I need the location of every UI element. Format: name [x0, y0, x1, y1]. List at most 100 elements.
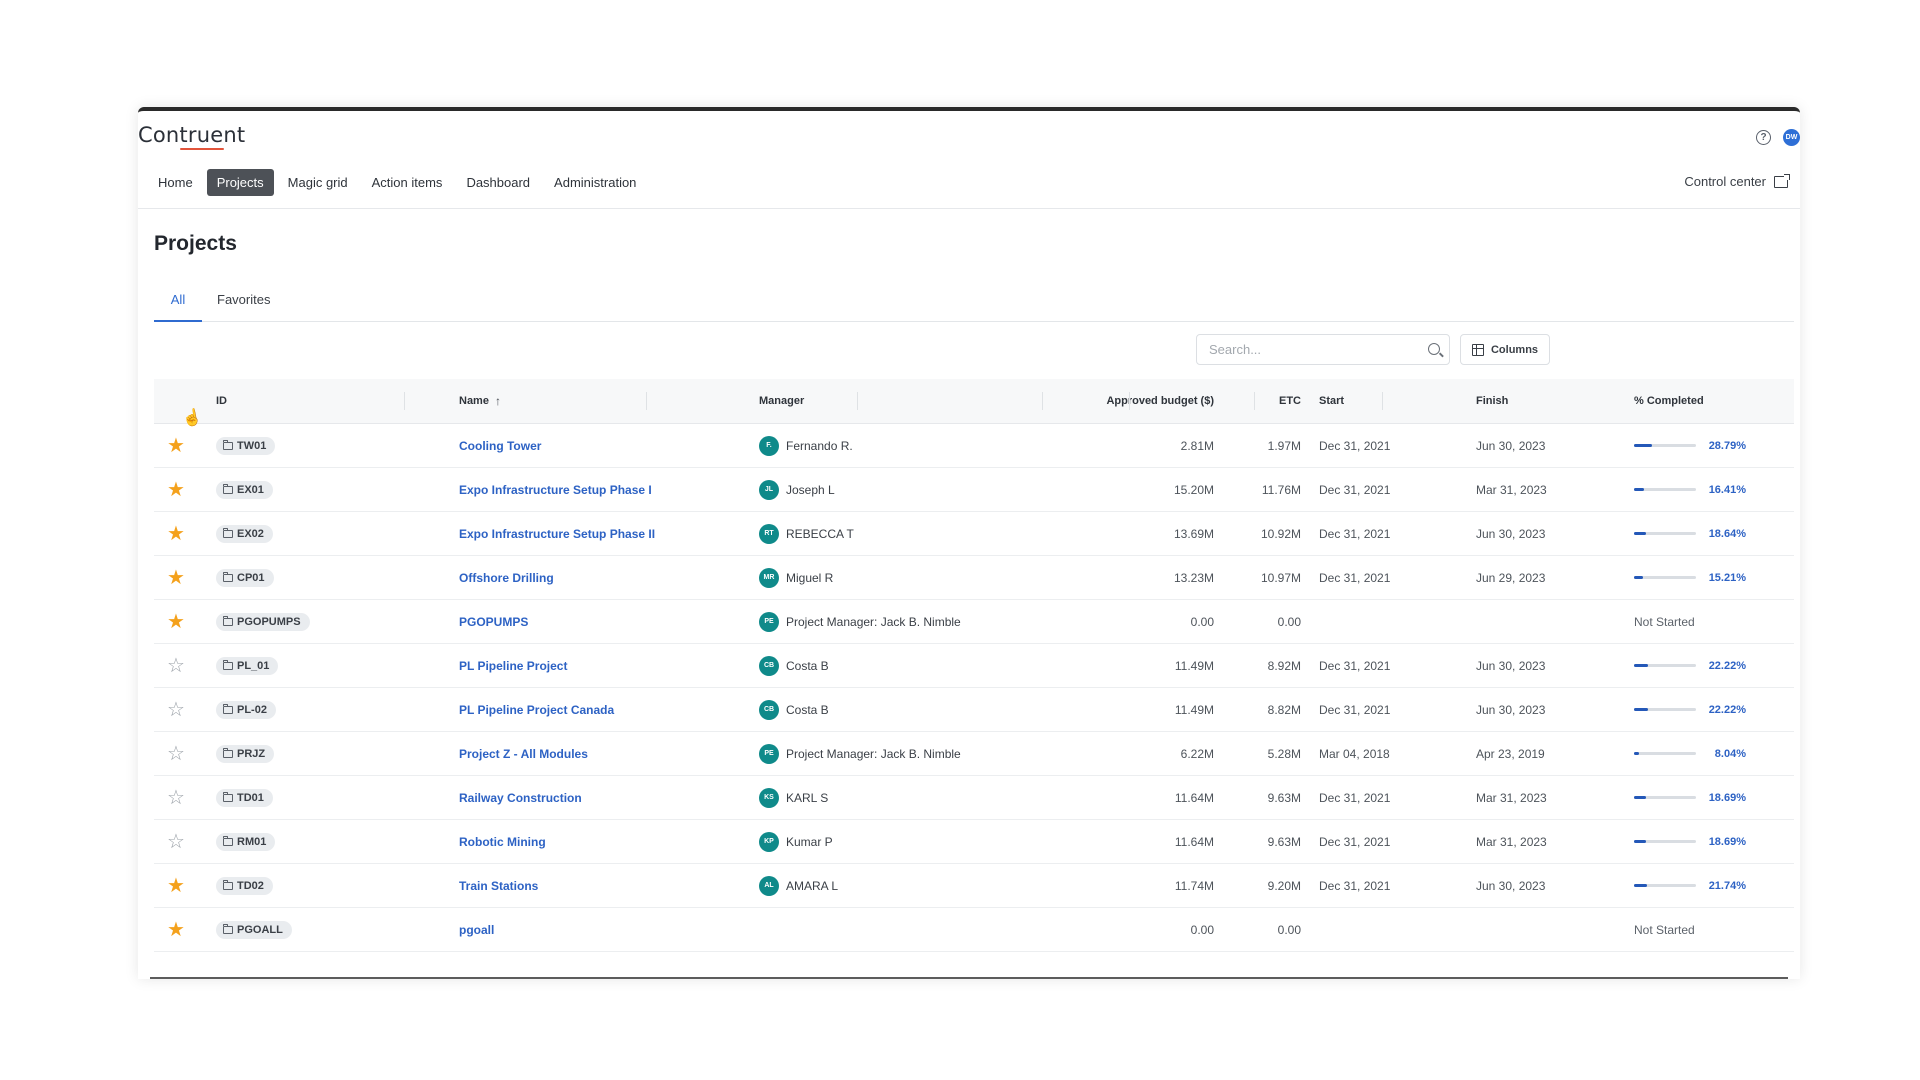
table-row[interactable]: ★ TW01 Cooling Tower F. Fernando R. 2.81M 1.97… — [154, 424, 1794, 468]
manager-avatar: CB — [759, 655, 779, 676]
column-separator[interactable] — [1129, 392, 1130, 410]
table-row[interactable]: ★ PGOALL pgoall 0.00 0.00 Not Started — [154, 908, 1794, 952]
nav-divider — [138, 208, 1800, 209]
page-title: Projects — [154, 232, 237, 255]
header-start[interactable]: Start — [1319, 379, 1459, 423]
column-separator[interactable] — [646, 392, 647, 410]
percent-completed: 22.22% — [1634, 688, 1779, 731]
table-row[interactable]: ★ EX02 Expo Infrastructure Setup Phase II R… — [154, 512, 1794, 556]
project-name-link[interactable]: pgoall — [459, 923, 494, 937]
project-icon — [223, 747, 233, 758]
nav-action-items[interactable]: Action items — [362, 169, 453, 196]
header-approved-budget[interactable]: Approved budget ($) — [1024, 379, 1214, 423]
favorite-cell: ★ — [158, 908, 194, 951]
table-row[interactable]: ☆ RM01 Robotic Mining KP Kumar P 11.64M 9.63M D… — [154, 820, 1794, 864]
tab-all[interactable]: All — [154, 289, 202, 322]
favorite-star-icon[interactable]: ☆ — [167, 744, 185, 764]
header-etc[interactable]: ETC — [1224, 379, 1301, 423]
favorite-star-icon[interactable]: ☆ — [167, 700, 185, 720]
project-icon — [223, 527, 233, 538]
project-name-link[interactable]: PL Pipeline Project — [459, 659, 567, 673]
nav-home[interactable]: Home — [148, 169, 203, 196]
table-row[interactable]: ★ EX01 Expo Infrastructure Setup Phase I JL… — [154, 468, 1794, 512]
search-icon[interactable] — [1428, 343, 1440, 355]
manager-name: Miguel R — [786, 570, 834, 585]
manager-name: Joseph L — [786, 482, 835, 497]
favorite-star-icon[interactable]: ☆ — [167, 832, 185, 852]
project-name-link[interactable]: PL Pipeline Project Canada — [459, 703, 614, 717]
favorite-star-icon[interactable]: ★ — [167, 612, 185, 632]
project-name-link[interactable]: Expo Infrastructure Setup Phase II — [459, 527, 655, 541]
column-separator[interactable] — [1254, 392, 1255, 410]
column-separator[interactable] — [1042, 392, 1043, 410]
help-icon[interactable]: ? — [1756, 130, 1771, 145]
table-row[interactable]: ☆ TD01 Railway Construction KS KARL S 11.64M 9… — [154, 776, 1794, 820]
column-separator[interactable] — [857, 392, 858, 410]
project-name-link[interactable]: PGOPUMPS — [459, 615, 528, 629]
favorite-star-icon[interactable]: ★ — [167, 920, 185, 940]
manager-avatar: KS — [759, 787, 779, 808]
favorite-star-icon[interactable]: ★ — [167, 436, 185, 456]
control-center-link[interactable]: Control center — [1684, 173, 1790, 189]
percent-completed: Not Started — [1634, 908, 1779, 951]
window-bottom-edge — [150, 977, 1788, 979]
favorite-star-icon[interactable]: ★ — [167, 568, 185, 588]
nav-dashboard[interactable]: Dashboard — [456, 169, 540, 196]
finish-date: Jun 29, 2023 — [1476, 570, 1546, 585]
approved-budget: 15.20M — [1173, 482, 1214, 497]
project-name-link[interactable]: Offshore Drilling — [459, 571, 554, 585]
column-separator[interactable] — [1382, 392, 1383, 410]
control-center-label: Control center — [1684, 174, 1766, 189]
header-manager[interactable]: Manager — [759, 379, 1019, 423]
nav-magic-grid[interactable]: Magic grid — [278, 169, 358, 196]
manager-avatar: CB — [759, 699, 779, 720]
table-row[interactable]: ★ PGOPUMPS PGOPUMPS PE Project Manager: Jack… — [154, 600, 1794, 644]
favorite-star-icon[interactable]: ☆ — [167, 788, 185, 808]
approved-budget: 13.69M — [1173, 526, 1214, 541]
header-percent-completed[interactable]: % Completed — [1634, 379, 1779, 423]
etc-value: 11.76M — [1261, 482, 1301, 497]
start-date: Dec 31, 2021 — [1319, 526, 1391, 541]
header-id[interactable]: ID — [216, 379, 396, 423]
project-name-link[interactable]: Robotic Mining — [459, 835, 546, 849]
header-finish[interactable]: Finish — [1476, 379, 1616, 423]
favorite-star-icon[interactable]: ★ — [167, 524, 185, 544]
finish-date: Mar 31, 2023 — [1476, 482, 1547, 497]
nav-administration[interactable]: Administration — [544, 169, 646, 196]
project-name-link[interactable]: Expo Infrastructure Setup Phase I — [459, 483, 652, 497]
table-row[interactable]: ☆ PL-02 PL Pipeline Project Canada CB Costa … — [154, 688, 1794, 732]
name-cell: Robotic Mining — [459, 820, 749, 863]
table-row[interactable]: ★ TD02 Train Stations AL AMARA L 11.74M 9.20M D… — [154, 864, 1794, 908]
name-cell: Offshore Drilling — [459, 556, 749, 599]
search-input[interactable] — [1197, 341, 1421, 358]
project-name-link[interactable]: Project Z - All Modules — [459, 747, 588, 761]
column-separator[interactable] — [404, 392, 405, 410]
percent-completed: 18.69% — [1634, 820, 1779, 863]
project-id-badge: RM01 — [216, 832, 276, 851]
id-cell: CP01 — [216, 556, 396, 599]
columns-button[interactable]: Columns — [1460, 334, 1550, 365]
tab-favorites[interactable]: Favorites — [217, 289, 270, 320]
nav-projects[interactable]: Projects — [206, 169, 274, 196]
user-avatar[interactable]: DW — [1783, 129, 1800, 146]
percent-completed-text: 18.69% — [1708, 791, 1746, 804]
progress-bar — [1634, 708, 1696, 711]
manager-cell: AL AMARA L — [759, 864, 1019, 907]
project-icon — [223, 835, 233, 846]
table-row[interactable]: ☆ PL_01 PL Pipeline Project CB Costa B 11.49M… — [154, 644, 1794, 688]
table-row[interactable]: ☆ PRJZ Project Z - All Modules PE Project Ma… — [154, 732, 1794, 776]
project-name-link[interactable]: Cooling Tower — [459, 439, 541, 453]
project-name-link[interactable]: Railway Construction — [459, 791, 582, 805]
manager-name: KARL S — [786, 790, 829, 805]
project-id-badge: PGOALL — [216, 920, 292, 939]
start-date: Dec 31, 2021 — [1319, 790, 1391, 805]
finish-date: Jun 30, 2023 — [1476, 702, 1546, 717]
project-id-badge: EX01 — [216, 480, 273, 499]
header-name[interactable]: Name ↑ — [459, 379, 749, 423]
favorite-star-icon[interactable]: ★ — [167, 876, 185, 896]
percent-completed-text: 18.64% — [1708, 527, 1746, 540]
table-row[interactable]: ★ CP01 Offshore Drilling MR Miguel R 13.23M 10… — [154, 556, 1794, 600]
favorite-star-icon[interactable]: ☆ — [167, 656, 185, 676]
project-name-link[interactable]: Train Stations — [459, 879, 538, 893]
favorite-star-icon[interactable]: ★ — [167, 480, 185, 500]
